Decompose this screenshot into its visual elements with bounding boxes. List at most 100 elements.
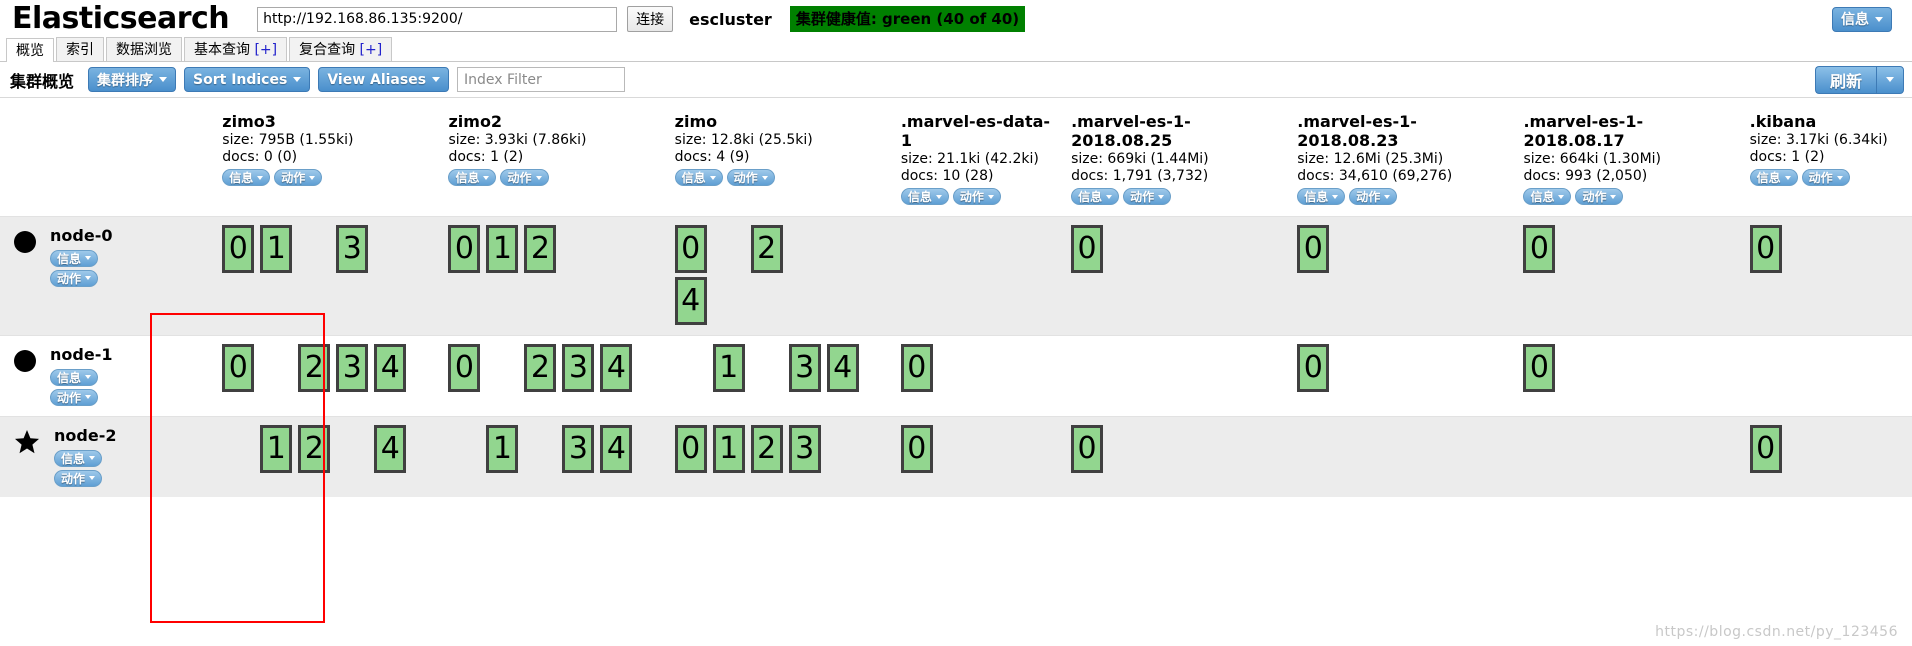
shard-box[interactable]: 0 bbox=[1749, 224, 1782, 273]
index-header-zimo3: zimo3 size: 795B (1.55ki) docs: 0 (0) 信息… bbox=[214, 98, 441, 216]
view-aliases-label: View Aliases bbox=[327, 71, 427, 88]
index-info-button[interactable]: 信息 bbox=[1523, 188, 1572, 205]
shard-box[interactable]: 3 bbox=[788, 424, 821, 473]
shard-box[interactable]: 0 bbox=[1297, 343, 1330, 392]
index-action-button[interactable]: 动作 bbox=[274, 169, 323, 186]
tab-indices[interactable]: 索引 bbox=[56, 37, 104, 61]
index-action-label: 动作 bbox=[281, 171, 306, 185]
refresh-button[interactable]: 刷新 bbox=[1814, 65, 1876, 94]
shard-box[interactable]: 0 bbox=[1523, 224, 1556, 273]
index-action-button[interactable]: 动作 bbox=[1123, 188, 1172, 205]
shard-box[interactable]: 0 bbox=[222, 343, 255, 392]
node-info-label: 信息 bbox=[57, 251, 82, 266]
cluster-url-input[interactable] bbox=[257, 6, 618, 32]
node-action-button[interactable]: 动作 bbox=[54, 469, 103, 487]
shard-box[interactable]: 1 bbox=[486, 224, 519, 273]
index-header-kibana: .kibana size: 3.17ki (6.34ki) docs: 1 (2… bbox=[1741, 98, 1912, 216]
index-action-button[interactable]: 动作 bbox=[500, 169, 549, 186]
shard-box[interactable]: 0 bbox=[1523, 343, 1556, 392]
index-info-button[interactable]: 信息 bbox=[1297, 188, 1346, 205]
node-action-button[interactable]: 动作 bbox=[50, 388, 99, 406]
shard-box[interactable]: 0 bbox=[448, 343, 481, 392]
watermark-text: https://blog.csdn.net/py_123456 bbox=[1655, 624, 1898, 640]
refresh-options-button[interactable] bbox=[1876, 65, 1904, 94]
shard-box[interactable]: 1 bbox=[260, 224, 293, 273]
index-info-button[interactable]: 信息 bbox=[222, 169, 271, 186]
shard-box[interactable]: 3 bbox=[788, 343, 821, 392]
shard-box[interactable]: 0 bbox=[674, 424, 707, 473]
index-action-button[interactable]: 动作 bbox=[1801, 169, 1850, 186]
shard-box[interactable]: 0 bbox=[1071, 224, 1104, 273]
index-info-button[interactable]: 信息 bbox=[1071, 188, 1120, 205]
shard-cell-node-0-20180823: 0 bbox=[1289, 215, 1516, 335]
node-info-button[interactable]: 信息 bbox=[54, 449, 103, 467]
node-info-button[interactable]: 信息 bbox=[50, 368, 99, 386]
shard-cell-node-1-zimo3: 0234 bbox=[214, 334, 441, 416]
shard-box[interactable]: 2 bbox=[524, 224, 557, 273]
shard-box[interactable]: 0 bbox=[1071, 424, 1104, 473]
shard-box[interactable]: 2 bbox=[750, 424, 783, 473]
shard-box[interactable]: 0 bbox=[1749, 424, 1782, 473]
index-name: .marvel-es-data-1 bbox=[900, 112, 1051, 150]
shard-box[interactable]: 3 bbox=[336, 343, 369, 392]
index-info-label: 信息 bbox=[681, 171, 706, 185]
shard-box[interactable]: 0 bbox=[448, 224, 481, 273]
shard-box[interactable]: 0 bbox=[222, 224, 255, 273]
view-aliases-button[interactable]: View Aliases bbox=[318, 67, 450, 92]
index-actions: 信息 动作 bbox=[1071, 188, 1283, 205]
shard-box[interactable]: 0 bbox=[900, 424, 933, 473]
index-action-label: 动作 bbox=[733, 171, 758, 185]
shard-box[interactable]: 4 bbox=[826, 343, 859, 392]
index-action-button[interactable]: 动作 bbox=[952, 188, 1001, 205]
index-action-button[interactable]: 动作 bbox=[1349, 188, 1398, 205]
shard-box[interactable]: 4 bbox=[600, 424, 633, 473]
shard-box[interactable]: 0 bbox=[674, 224, 707, 273]
shard-cell-node-2-kibana: 0 bbox=[1741, 415, 1912, 497]
chevron-down-icon bbox=[1384, 194, 1391, 199]
chevron-down-icon bbox=[85, 276, 92, 280]
shard-box[interactable]: 2 bbox=[298, 424, 331, 473]
tab-data-browse[interactable]: 数据浏览 bbox=[106, 37, 182, 61]
shard-box[interactable]: 2 bbox=[750, 224, 783, 273]
tab-overview[interactable]: 概览 bbox=[6, 38, 54, 62]
shard-box[interactable]: 4 bbox=[374, 343, 407, 392]
shard-box[interactable]: 2 bbox=[524, 343, 557, 392]
shard-box[interactable]: 1 bbox=[260, 424, 293, 473]
index-info-button[interactable]: 信息 bbox=[1749, 169, 1798, 186]
shard-box[interactable]: 1 bbox=[486, 424, 519, 473]
shard-box[interactable]: 3 bbox=[562, 343, 595, 392]
table-row: node-1 信息 动作 0234 0234 134 0 0 0 bbox=[0, 334, 1912, 416]
index-header-row: zimo3 size: 795B (1.55ki) docs: 0 (0) 信息… bbox=[0, 98, 1912, 216]
shard-box[interactable]: 2 bbox=[298, 343, 331, 392]
index-action-button[interactable]: 动作 bbox=[1575, 188, 1624, 205]
shard-box[interactable]: 0 bbox=[900, 343, 933, 392]
index-name: .marvel-es-1-2018.08.17 bbox=[1523, 112, 1644, 150]
header-info-button[interactable]: 信息 bbox=[1832, 6, 1892, 32]
cluster-sort-button[interactable]: 集群排序 bbox=[88, 67, 177, 92]
node-info-button[interactable]: 信息 bbox=[50, 249, 99, 267]
chevron-down-icon bbox=[85, 256, 92, 260]
index-filter-input[interactable] bbox=[457, 67, 626, 92]
index-info-button[interactable]: 信息 bbox=[448, 169, 497, 186]
shard-box[interactable]: 1 bbox=[712, 343, 745, 392]
shard-box[interactable]: 1 bbox=[712, 424, 745, 473]
index-name: .marvel-es-1-2018.08.23 bbox=[1297, 112, 1417, 150]
index-info-button[interactable]: 信息 bbox=[674, 169, 723, 186]
connect-button[interactable]: 连接 bbox=[627, 6, 674, 32]
shard-box[interactable]: 3 bbox=[562, 424, 595, 473]
node-action-button[interactable]: 动作 bbox=[50, 269, 99, 287]
tab-basic-query-label: 基本查询 bbox=[194, 42, 250, 58]
shard-box[interactable]: 4 bbox=[600, 343, 633, 392]
tab-basic-query[interactable]: 基本查询 [+] bbox=[184, 37, 288, 61]
shard-cell-node-0-20180817: 0 bbox=[1515, 215, 1742, 335]
shard-box[interactable]: 4 bbox=[374, 424, 407, 473]
shard-box[interactable]: 0 bbox=[1297, 224, 1330, 273]
tab-composite-query[interactable]: 复合查询 [+] bbox=[289, 37, 393, 61]
tab-basic-query-plus: [+] bbox=[250, 42, 278, 58]
index-action-button[interactable]: 动作 bbox=[726, 169, 775, 186]
shard-box[interactable]: 3 bbox=[336, 224, 369, 273]
sort-indices-button[interactable]: Sort Indices bbox=[184, 67, 311, 92]
index-size: size: 795B (1.55ki) bbox=[222, 132, 354, 148]
shard-box[interactable]: 4 bbox=[674, 276, 707, 325]
index-info-button[interactable]: 信息 bbox=[900, 188, 949, 205]
